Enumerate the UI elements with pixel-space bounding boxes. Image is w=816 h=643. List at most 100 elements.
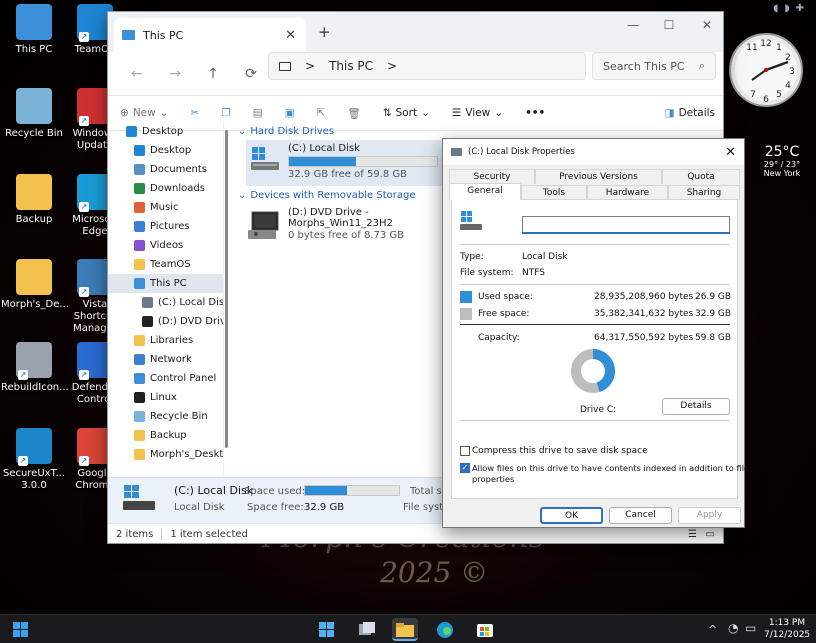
cut-button[interactable]: ✂ bbox=[191, 107, 200, 119]
apply-button[interactable]: Apply bbox=[678, 507, 741, 524]
tab-this-pc[interactable]: This PC ✕ bbox=[114, 18, 306, 52]
capacity-bytes: 64,317,550,592 bytes bbox=[594, 333, 694, 343]
desktop-icon[interactable]: ↗ SecureUxT... 3.0.0 bbox=[1, 428, 67, 492]
details-view-toggle[interactable]: ☰ bbox=[688, 529, 697, 540]
up-button[interactable]: ↑ bbox=[194, 66, 232, 82]
network-icon[interactable]: ◔ bbox=[728, 621, 738, 635]
search-input[interactable]: Search This PC ⌕ bbox=[592, 52, 716, 80]
close-dialog-button[interactable]: ✕ bbox=[725, 145, 736, 160]
back-button[interactable]: ← bbox=[118, 66, 156, 82]
compress-checkbox[interactable] bbox=[460, 446, 470, 456]
sidebar-item[interactable]: Backup bbox=[108, 426, 223, 445]
c-drive-usage-bar bbox=[288, 156, 438, 167]
tab-general[interactable]: General bbox=[449, 183, 521, 200]
sidebar-item[interactable]: (D:) DVD Drive bbox=[108, 312, 223, 331]
file-system-value: NTFS bbox=[522, 268, 545, 278]
sort-button[interactable]: ⇅ Sort ⌄ bbox=[383, 107, 430, 119]
tab-previous-versions[interactable]: Previous Versions bbox=[535, 169, 662, 184]
forward-button[interactable]: → bbox=[156, 66, 194, 82]
volume-icon[interactable]: ▭ bbox=[745, 621, 756, 635]
share-button[interactable]: ⇱ bbox=[317, 107, 326, 119]
sidebar-item[interactable]: TeamOS bbox=[108, 255, 223, 274]
sidebar-item[interactable]: Recycle Bin bbox=[108, 407, 223, 426]
sidebar-item[interactable]: Libraries bbox=[108, 331, 223, 350]
sidebar-item[interactable]: This PC bbox=[108, 274, 223, 293]
chevron-down-icon: ⌄ bbox=[238, 189, 247, 201]
details-space-free-value: 32.9 GB bbox=[304, 502, 345, 513]
tab-hardware[interactable]: Hardware bbox=[587, 185, 668, 200]
sidebar-item[interactable]: Videos bbox=[108, 236, 223, 255]
sidebar-item[interactable]: Network bbox=[108, 350, 223, 369]
new-tab-button[interactable]: + bbox=[318, 23, 331, 41]
free-space-swatch bbox=[460, 308, 472, 320]
minimize-button[interactable]: — bbox=[618, 18, 648, 32]
sidebar-item-label: Videos bbox=[150, 240, 184, 251]
sidebar-item[interactable]: Pictures bbox=[108, 217, 223, 236]
tab-tools[interactable]: Tools bbox=[521, 185, 587, 200]
sidebar-item[interactable]: (C:) Local Disk bbox=[108, 293, 223, 312]
divider bbox=[460, 324, 730, 325]
shortcut-arrow-icon: ↗ bbox=[79, 116, 89, 126]
tray-chevron-icon[interactable]: ^ bbox=[708, 623, 717, 636]
tiles-view-toggle[interactable]: ▭ bbox=[706, 529, 715, 540]
navigation-scrollbar[interactable] bbox=[225, 130, 228, 448]
desktop-icon[interactable]: This PC bbox=[1, 4, 67, 56]
clock-date[interactable]: 7/12/2025 bbox=[764, 630, 810, 640]
tab-sharing[interactable]: Sharing bbox=[668, 185, 740, 200]
capacity-label: Capacity: bbox=[478, 333, 520, 343]
desktop-icon[interactable]: Recycle Bin bbox=[1, 88, 67, 140]
drive-label-input[interactable] bbox=[522, 216, 730, 234]
used-space-label: Used space: bbox=[478, 292, 533, 302]
desktop-icon-glyph bbox=[16, 259, 52, 295]
start-button[interactable] bbox=[8, 618, 34, 641]
store-icon[interactable] bbox=[472, 618, 498, 641]
dialog-titlebar: (C:) Local Disk Properties ✕ bbox=[443, 139, 744, 165]
details-button[interactable]: Details bbox=[662, 398, 730, 415]
sidebar-item[interactable]: Desktop bbox=[108, 141, 223, 160]
breadcrumb-this-pc[interactable]: This PC bbox=[329, 59, 373, 73]
desktop-icon[interactable]: Backup bbox=[1, 174, 67, 226]
corner-widget-icons[interactable]: ◖◗✚ bbox=[773, 3, 810, 14]
index-checkbox[interactable]: ✓ bbox=[460, 463, 470, 473]
wallpaper-text-line2: 2025 © bbox=[380, 556, 489, 589]
index-label-line2: properties bbox=[472, 474, 515, 484]
sidebar-item[interactable]: Linux bbox=[108, 388, 223, 407]
task-view-icon[interactable] bbox=[354, 618, 380, 641]
file-explorer-taskbar-icon[interactable] bbox=[392, 618, 418, 641]
sidebar-item[interactable]: Desktop bbox=[108, 122, 223, 141]
cancel-button[interactable]: Cancel bbox=[609, 507, 672, 524]
address-bar[interactable]: > This PC > bbox=[268, 52, 586, 80]
folder-icon bbox=[134, 411, 145, 422]
details-drive-name: (C:) Local Disk bbox=[174, 484, 254, 497]
new-button[interactable]: ⊕ New ⌄ bbox=[120, 107, 169, 119]
paste-button[interactable]: ▤ bbox=[253, 107, 263, 119]
plus-circle-icon: ⊕ bbox=[120, 107, 129, 119]
sidebar-item[interactable]: Morph's_Desktop bbox=[108, 445, 223, 464]
desktop-icon-glyph bbox=[16, 4, 52, 40]
close-window-button[interactable]: ✕ bbox=[692, 18, 722, 32]
tab-quota[interactable]: Quota bbox=[662, 169, 740, 184]
copy-button[interactable]: ❐ bbox=[221, 107, 230, 119]
edge-icon[interactable] bbox=[432, 618, 458, 641]
refresh-button[interactable]: ⟳ bbox=[232, 66, 270, 82]
details-pane-button[interactable]: ◨ Details bbox=[665, 107, 715, 119]
sidebar-item[interactable]: Music bbox=[108, 198, 223, 217]
ok-button[interactable]: OK bbox=[540, 507, 603, 524]
group-label: Devices with Removable Storage bbox=[250, 189, 416, 201]
view-button[interactable]: ☰ View ⌄ bbox=[452, 107, 503, 119]
sidebar-item[interactable]: Downloads bbox=[108, 179, 223, 198]
sidebar-item[interactable]: Documents bbox=[108, 160, 223, 179]
more-options-button[interactable]: ••• bbox=[525, 107, 545, 119]
delete-button[interactable]: 🗑 bbox=[347, 107, 360, 120]
desktop-icon[interactable]: Morph's_De... bbox=[1, 259, 69, 311]
windows-logo-icon[interactable] bbox=[314, 618, 340, 641]
item-count: 2 items bbox=[116, 528, 154, 540]
tab-security[interactable]: Security bbox=[449, 169, 535, 184]
rename-button[interactable]: ▣ bbox=[285, 107, 295, 119]
maximize-button[interactable]: ☐ bbox=[654, 18, 684, 32]
sidebar-item[interactable]: Control Panel bbox=[108, 369, 223, 388]
clock-time[interactable]: 1:13 PM bbox=[764, 618, 810, 628]
close-tab-icon[interactable]: ✕ bbox=[285, 28, 296, 43]
desktop-icon[interactable]: ↗ RebuildIcon... bbox=[1, 342, 69, 394]
weather-temp: 25°C bbox=[764, 144, 800, 160]
